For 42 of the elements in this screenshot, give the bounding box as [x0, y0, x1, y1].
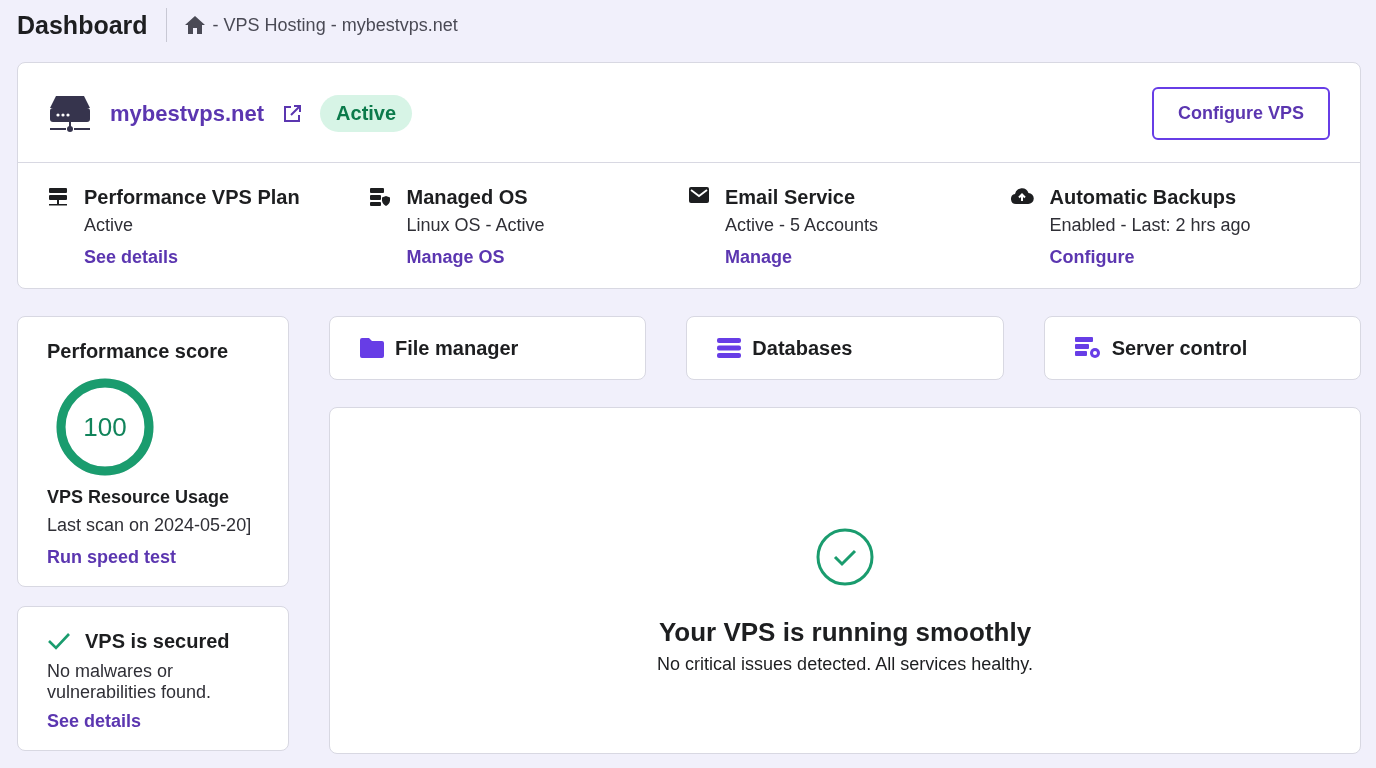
shortcut-tile[interactable]: Databases	[686, 316, 1004, 380]
server-icon	[48, 187, 68, 207]
server-icon	[48, 93, 92, 134]
shortcut-tile[interactable]: Server control	[1043, 316, 1361, 380]
service-link[interactable]: Configure	[1049, 247, 1251, 268]
service-title: Performance VPS Plan	[84, 185, 300, 210]
health-title: Your VPS is running smoothly	[658, 616, 1032, 648]
service-status: Linux OS - Active	[406, 214, 545, 237]
service-link[interactable]: Manage	[725, 247, 879, 268]
cloud-upload-icon	[1009, 187, 1034, 205]
server-shield-icon	[368, 187, 391, 207]
card-title: VPS is secured	[85, 629, 230, 654]
folder-icon	[359, 337, 385, 359]
home-icon[interactable]	[184, 16, 205, 34]
score-value: 100	[83, 412, 127, 442]
security-text: No malwares or vulnerabilities found.	[47, 661, 213, 703]
scan-date: Last scan on 2024-05-20]	[47, 514, 253, 537]
configure-vps-button[interactable]: Configure VPS	[1152, 87, 1330, 140]
shortcut-tile[interactable]: File manager	[329, 316, 647, 380]
card-title: Performance score	[47, 339, 230, 364]
service-status: Enabled - Last: 2 hrs ago	[1049, 214, 1251, 237]
speed-test-link[interactable]: Run speed test	[47, 547, 259, 568]
status-badge: Active	[320, 95, 413, 132]
service-status: Active - 5 Accounts	[725, 214, 879, 237]
page-title: Dashboard	[17, 8, 167, 42]
security-details-link[interactable]: See details	[47, 711, 259, 732]
service-title: Managed OS	[406, 185, 529, 210]
usage-title: VPS Resource Usage	[47, 486, 231, 509]
health-text: No critical issues detected. All services healthy.	[657, 653, 1033, 675]
domain-link[interactable]: mybestvps.net	[110, 100, 265, 127]
service-title: Email Service	[725, 185, 857, 210]
service-link[interactable]: See details	[84, 247, 300, 268]
database-icon	[716, 337, 743, 359]
external-link-icon[interactable]	[282, 103, 303, 124]
service-title: Automatic Backups	[1049, 185, 1238, 210]
check-circle-icon	[815, 526, 875, 587]
mail-icon	[689, 187, 709, 203]
service-status: Active	[84, 214, 135, 237]
breadcrumb: - VPS Hosting - mybestvps.net	[212, 14, 458, 36]
checkmark-icon	[47, 632, 71, 650]
server-gear-icon	[1073, 336, 1102, 360]
service-link[interactable]: Manage OS	[406, 247, 545, 268]
